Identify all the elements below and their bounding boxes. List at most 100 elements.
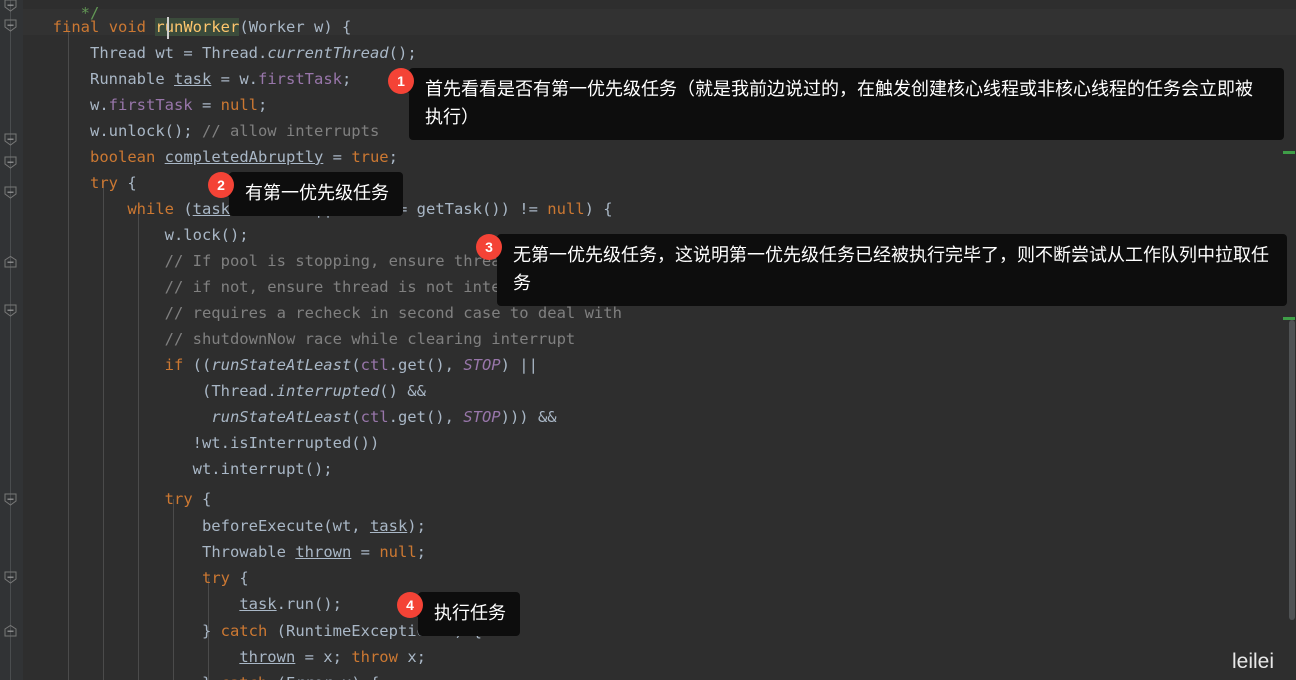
annotation-number-badge: 3	[476, 234, 502, 260]
code-token: catch	[221, 674, 268, 680]
code-line[interactable]: task.run();	[34, 591, 342, 617]
code-token: ctl	[360, 408, 389, 426]
code-token: ;	[342, 70, 352, 88]
fold-marker-icon[interactable]	[3, 570, 18, 585]
fold-marker-icon[interactable]	[3, 185, 18, 200]
fold-marker-icon[interactable]	[3, 0, 18, 13]
code-line[interactable]: (Thread.interrupted() &&	[34, 378, 426, 404]
code-token: ();	[388, 44, 417, 62]
code-token: thrown	[295, 543, 352, 561]
annotation-callout-1: 1 首先看看是否有第一优先级任务（就是我前边说过的，在触发创建核心线程或非核心线程…	[388, 68, 1284, 140]
code-token: // requires a recheck in second case to …	[34, 304, 622, 322]
code-line[interactable]: try {	[34, 170, 137, 196]
code-token: wt =	[146, 44, 202, 62]
gutter-edge	[22, 0, 23, 680]
code-line[interactable]: Runnable task = w.firstTask;	[34, 66, 351, 92]
fold-marker-icon[interactable]	[3, 18, 18, 33]
annotation-callout-3: 3 无第一优先级任务，这说明第一优先级任务已经被执行完毕了，则不断尝试从工作队列中…	[476, 234, 1287, 306]
code-token: null	[379, 543, 417, 561]
code-token: null	[220, 96, 258, 114]
annotation-callout-2: 2 有第一优先级任务	[208, 172, 403, 216]
code-token: firstTask	[108, 96, 193, 114]
code-line[interactable]: try {	[34, 565, 249, 591]
code-line[interactable]: final void runWorker(Worker w) {	[34, 14, 351, 40]
code-token: w	[314, 18, 324, 36]
annotation-callout-4: 4 执行任务	[397, 592, 520, 636]
code-token: (	[267, 674, 286, 680]
fold-marker-icon[interactable]	[3, 255, 18, 270]
code-line[interactable]: boolean completedAbruptly = true;	[34, 144, 398, 170]
code-token: () &&	[379, 382, 426, 400]
code-token: = x;	[295, 648, 352, 666]
annotation-text: 有第一优先级任务	[222, 172, 403, 216]
code-token: STOP	[463, 408, 501, 426]
code-token: }	[34, 674, 221, 680]
code-token: completedAbruptly	[164, 148, 324, 166]
code-token: .run();	[276, 595, 342, 613]
code-token: ) {	[584, 200, 613, 218]
code-line[interactable]: !wt.isInterrupted())	[34, 430, 380, 456]
code-line[interactable]: thrown = x; throw x;	[34, 644, 426, 670]
code-token: = w.	[211, 70, 258, 88]
code-line[interactable]: if ((runStateAtLeast(ctl.get(), STOP) ||	[34, 352, 538, 378]
code-line[interactable]: Thread wt = Thread.currentThread();	[34, 40, 417, 66]
code-token: w.	[34, 96, 109, 114]
code-line[interactable]: beforeExecute(wt, task);	[34, 513, 426, 539]
code-token: x;	[397, 648, 426, 666]
code-token: try	[90, 174, 118, 192]
code-token: void	[108, 18, 147, 36]
gutter-change-marker[interactable]	[1283, 151, 1295, 154]
fold-marker-icon[interactable]	[3, 303, 18, 318]
code-line[interactable]: wt.interrupt();	[34, 456, 333, 482]
code-line[interactable]: Throwable thrown = null;	[34, 539, 426, 565]
code-token: =	[192, 96, 221, 114]
code-line[interactable]: } catch (Error x) {	[34, 670, 379, 680]
code-token: Runnable	[90, 70, 165, 88]
code-token: task	[239, 595, 277, 613]
code-token: Worker	[248, 18, 305, 36]
vertical-scrollbar-thumb[interactable]	[1289, 320, 1295, 620]
code-token: null	[547, 200, 585, 218]
code-token: .get(),	[388, 408, 464, 426]
code-token: ;	[416, 543, 426, 561]
fold-marker-icon[interactable]	[3, 155, 18, 170]
code-token: task	[369, 517, 408, 535]
code-token: ) ||	[500, 356, 538, 374]
code-token: // allow interrupts	[201, 122, 380, 140]
code-token: wt.interrupt();	[34, 460, 333, 478]
code-token: x) {	[333, 674, 379, 680]
code-token: STOP	[463, 356, 501, 374]
code-line[interactable]: runStateAtLeast(ctl.get(), STOP))) &&	[34, 404, 557, 430]
annotation-number-badge: 1	[388, 68, 414, 94]
fold-marker-icon[interactable]	[3, 132, 18, 147]
code-line[interactable]: try {	[34, 486, 212, 512]
code-token: ))) &&	[500, 408, 557, 426]
code-token: firstTask	[258, 70, 342, 88]
fold-marker-icon[interactable]	[3, 624, 18, 639]
code-token: interrupted	[276, 382, 380, 400]
code-token: Thread.	[202, 44, 268, 62]
code-line[interactable]: w.unlock(); // allow interrupts	[34, 118, 379, 144]
code-token: {	[229, 569, 249, 587]
code-line[interactable]: w.lock();	[34, 222, 249, 248]
code-line[interactable]: // shutdownNow race while clearing inter…	[34, 326, 576, 352]
code-editor[interactable]: */ final void runWorker(Worker w) { Thre…	[0, 0, 1296, 680]
code-token: ) {	[323, 18, 352, 36]
fold-marker-icon[interactable]	[3, 492, 18, 507]
code-token: {	[192, 490, 212, 508]
annotation-number-badge: 2	[208, 172, 234, 198]
text-caret	[167, 17, 169, 39]
code-token: Error	[286, 674, 333, 680]
code-line[interactable]: w.firstTask = null;	[34, 92, 267, 118]
code-token: Throwable	[201, 543, 286, 561]
